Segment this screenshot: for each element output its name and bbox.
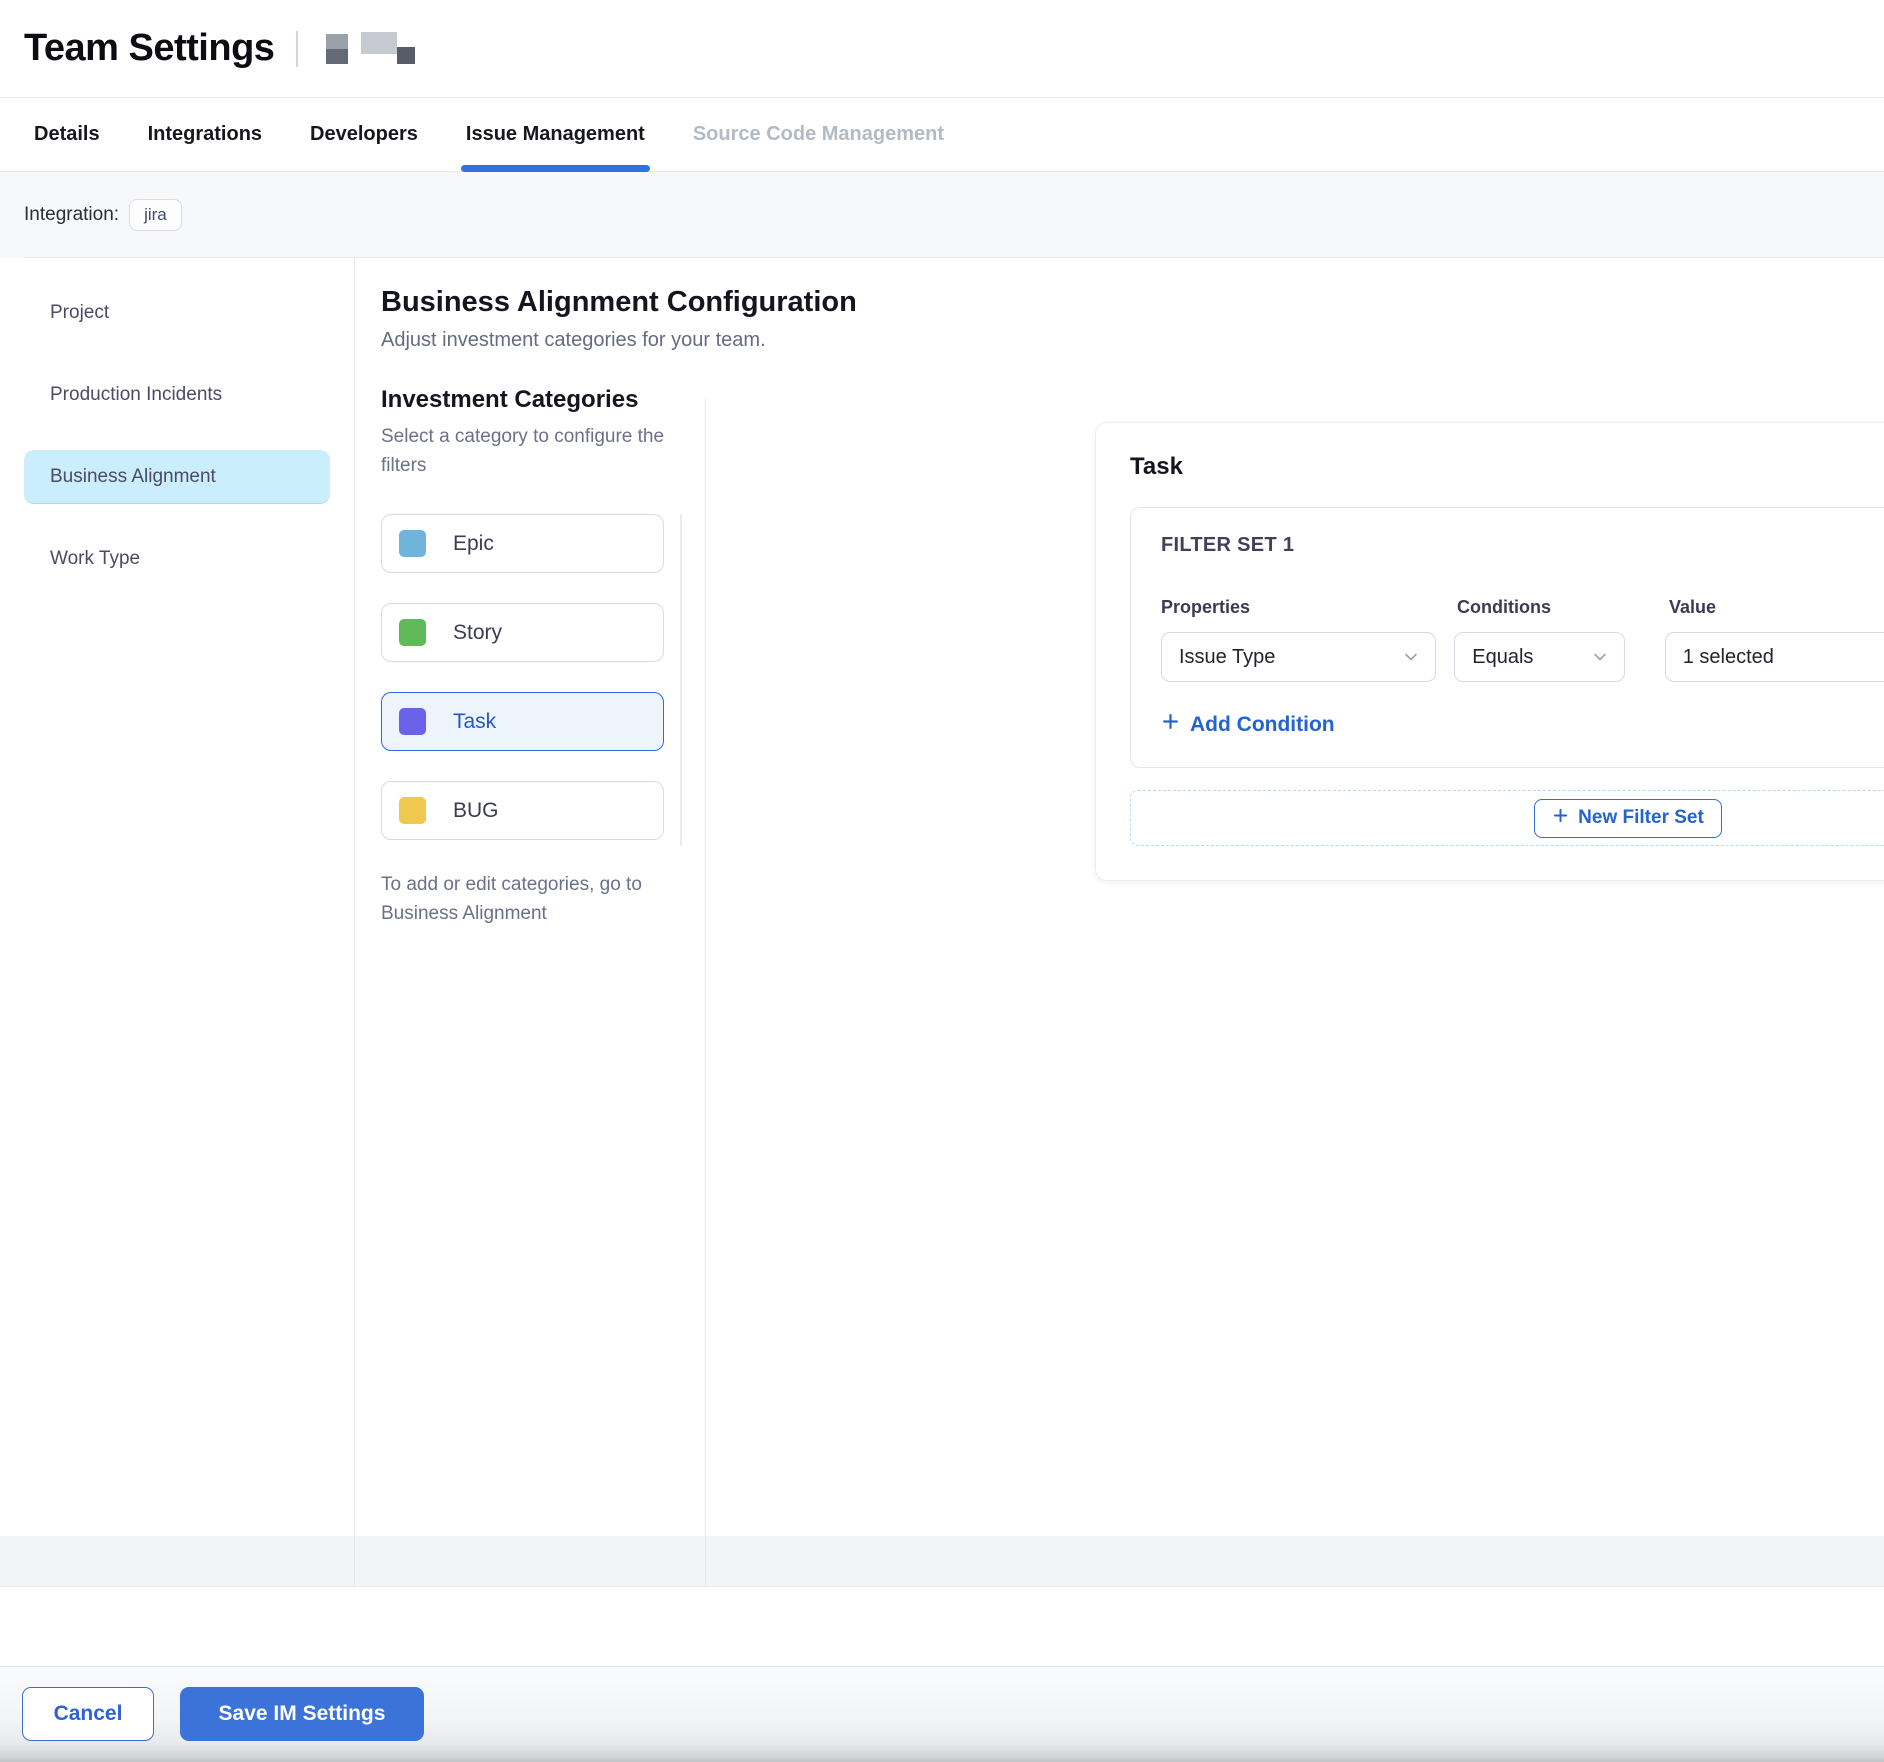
- plus-icon: [1161, 712, 1180, 737]
- page-title: Team Settings: [24, 27, 274, 70]
- chevron-down-icon: [1590, 647, 1610, 667]
- category-label: Epic: [453, 532, 494, 556]
- sidebar-item-work-type[interactable]: Work Type: [24, 532, 330, 586]
- category-button-epic[interactable]: Epic: [381, 514, 664, 573]
- category-color-swatch: [399, 619, 426, 646]
- new-filter-set-label: New Filter Set: [1578, 807, 1704, 829]
- chevron-down-icon: [1401, 647, 1421, 667]
- category-label: BUG: [453, 799, 499, 823]
- condition-select[interactable]: Equals: [1454, 632, 1624, 682]
- category-button-story[interactable]: Story: [381, 603, 664, 662]
- redacted-block: [361, 32, 397, 54]
- action-footer: Cancel Save IM Settings: [0, 1666, 1884, 1762]
- page-header: Team Settings: [0, 0, 1884, 98]
- category-color-swatch: [399, 530, 426, 557]
- condition-select-value: Equals: [1472, 646, 1533, 669]
- column-header-properties: Properties: [1161, 597, 1457, 618]
- sidebar-item-project[interactable]: Project: [24, 286, 330, 340]
- category-color-swatch: [399, 797, 426, 824]
- category-list: Epic Story Task BUG: [381, 514, 683, 840]
- tab-label: Source Code Management: [693, 123, 944, 146]
- tab-developers[interactable]: Developers: [305, 98, 423, 171]
- active-tab-underline: [461, 165, 650, 172]
- value-select-value: 1 selected: [1683, 646, 1774, 669]
- business-alignment-content: Business Alignment Configuration Adjust …: [355, 258, 1884, 1586]
- category-button-bug[interactable]: BUG: [381, 781, 664, 840]
- column-header-value: Value: [1669, 597, 1884, 618]
- config-card-title: Task: [1130, 453, 1884, 481]
- value-select[interactable]: 1 selected: [1665, 632, 1884, 682]
- tab-issue-management[interactable]: Issue Management: [461, 98, 650, 171]
- task-config-card: Task FILTER SET 1 Properties Conditions …: [1095, 422, 1884, 881]
- property-select[interactable]: Issue Type: [1161, 632, 1436, 682]
- plus-icon: [1552, 807, 1569, 830]
- tab-label: Developers: [310, 123, 418, 146]
- investment-categories-panel: Investment Categories Select a category …: [381, 386, 683, 928]
- team-settings-page: Team Settings Details Integrations Devel…: [0, 0, 1884, 1762]
- redacted-block: [326, 34, 348, 64]
- tab-details[interactable]: Details: [29, 98, 105, 171]
- cancel-button[interactable]: Cancel: [22, 1687, 154, 1741]
- categories-description: Select a category to configure the filte…: [381, 422, 683, 480]
- tab-label: Integrations: [148, 123, 262, 146]
- tab-source-code-management[interactable]: Source Code Management: [688, 98, 949, 171]
- category-color-swatch: [399, 708, 426, 735]
- page-section-subtitle: Adjust investment categories for your te…: [381, 329, 1884, 352]
- save-im-settings-button[interactable]: Save IM Settings: [180, 1687, 424, 1741]
- sidebar-item-business-alignment[interactable]: Business Alignment: [24, 450, 330, 504]
- integration-badge: jira: [129, 199, 182, 231]
- filter-column-headers: Properties Conditions Value: [1161, 597, 1884, 618]
- add-condition-label: Add Condition: [1190, 713, 1335, 737]
- filter-set-box: FILTER SET 1 Properties Conditions Value…: [1130, 507, 1884, 768]
- category-button-task[interactable]: Task: [381, 692, 664, 751]
- filter-condition-row: Issue Type Equals 1 select: [1161, 632, 1884, 682]
- tab-bar: Details Integrations Developers Issue Ma…: [0, 98, 1884, 172]
- column-header-conditions: Conditions: [1457, 597, 1669, 618]
- tab-label: Issue Management: [466, 123, 645, 146]
- new-filter-set-button[interactable]: New Filter Set: [1534, 799, 1722, 838]
- categories-title: Investment Categories: [381, 386, 683, 414]
- settings-sidebar: Project Production Incidents Business Al…: [0, 258, 354, 614]
- category-label: Story: [453, 621, 502, 645]
- categories-note: To add or edit categories, go to Busines…: [381, 870, 683, 928]
- filter-set-title: FILTER SET 1: [1161, 534, 1884, 557]
- property-select-value: Issue Type: [1179, 646, 1275, 669]
- redacted-block: [397, 47, 415, 64]
- category-label: Task: [453, 710, 496, 734]
- new-filter-set-dropzone: New Filter Set: [1130, 790, 1884, 846]
- redacted-team-name: [326, 32, 415, 66]
- integration-label: Integration:: [24, 204, 119, 226]
- title-separator: [296, 31, 298, 67]
- add-condition-button[interactable]: Add Condition: [1161, 712, 1335, 737]
- page-section-title: Business Alignment Configuration: [381, 286, 1884, 319]
- integration-row: Integration: jira: [0, 172, 1884, 258]
- tab-label: Details: [34, 123, 100, 146]
- tab-integrations[interactable]: Integrations: [143, 98, 267, 171]
- settings-body: Project Production Incidents Business Al…: [0, 258, 1884, 1587]
- sidebar-item-production-incidents[interactable]: Production Incidents: [24, 368, 330, 422]
